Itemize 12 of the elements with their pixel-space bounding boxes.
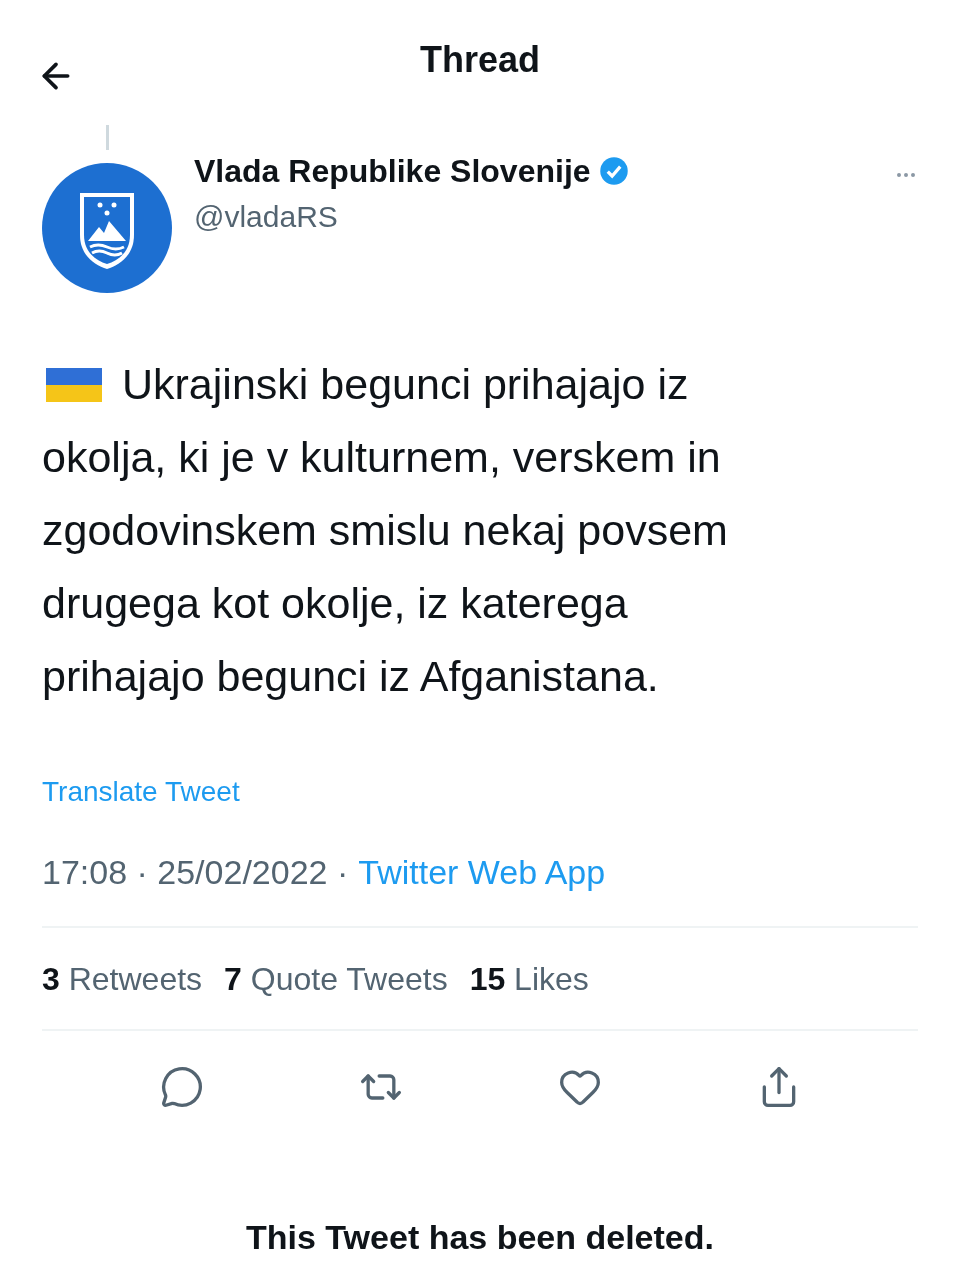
stat-link[interactable]: 15 Likes [469,957,589,1001]
deleted-notice: This Tweet has been deleted. [245,1217,715,1258]
tweet-text: okolja, ki je v kulturnem, verskem in zgodovinskem smislu nekaj povsem drugega kot okolje, iz katerega prihajajo begunci iz Afganistana. [42,432,729,702]
reply-icon[interactable] [159,1065,204,1109]
stat-link[interactable]: 7 Quote Tweets [224,957,448,1001]
author-name: Vlada Republike Slovenije [194,152,591,191]
page-title: Thread [420,39,540,81]
ukraine-flag-icon [46,367,102,402]
stat-link[interactable]: 3 Retweets [42,957,203,1001]
author-handle: @vladaRS [194,199,338,235]
tweet-timestamp: 17:08 · 25/02/2022 · [42,852,349,893]
tweet-text: Ukrajinski begunci prihajajo iz [122,359,689,410]
